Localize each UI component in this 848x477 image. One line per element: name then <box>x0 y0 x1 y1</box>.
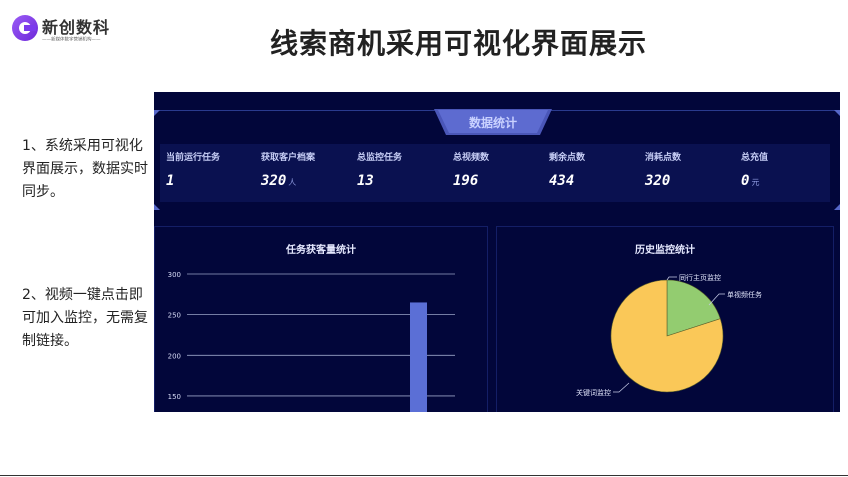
section-tab: 数据统计 <box>434 109 552 135</box>
stat-label: 总充值 <box>741 153 769 163</box>
y-tick-label: 250 <box>168 312 181 320</box>
stat-label: 当前运行任务 <box>166 153 221 163</box>
stat-value: 0元 <box>741 173 760 189</box>
y-tick-label: 150 <box>168 393 181 401</box>
bottom-divider <box>0 475 848 476</box>
bar <box>410 302 427 412</box>
pie-label: 单视频任务 <box>727 290 762 299</box>
dashboard-screenshot: 数据统计 当前运行任务 1 获取客户档案 320 人 总监控任务 13 总视频数 … <box>154 92 840 412</box>
pie-leader-line <box>613 382 630 393</box>
stats-row: 当前运行任务 1 获取客户档案 320 人 总监控任务 13 总视频数 196 剩… <box>160 144 830 202</box>
corner-decoration <box>834 204 840 210</box>
stat-value: 320 <box>645 173 671 189</box>
slide-title: 线索商机采用可视化界面展示 <box>270 27 648 60</box>
stat-value: 1 <box>166 173 175 189</box>
pie-label: 关键词监控 <box>576 388 611 397</box>
corner-decoration <box>154 110 160 116</box>
brand-tagline: ——新媒体数字营销机构—— <box>42 36 101 43</box>
pie-leader-line <box>666 276 677 281</box>
corner-decoration <box>834 110 840 116</box>
brand-name: 新创数科 <box>42 18 111 37</box>
logo-icon <box>12 15 38 41</box>
stat-value: 13 <box>357 173 374 189</box>
stat-label: 消耗点数 <box>645 153 682 163</box>
section-tab-label: 数据统计 <box>468 116 517 130</box>
pie-chart-panel: 历史监控统计 同行主页监控 单视频任务 关键词监控 <box>496 226 834 412</box>
stat-label: 总监控任务 <box>357 153 403 163</box>
brand-logo: 新创数科 ——新媒体数字营销机构—— <box>12 12 122 46</box>
stat-value: 434 <box>549 173 575 189</box>
bar-chart: 50100150200250300 <box>168 271 455 412</box>
stat-label: 获取客户档案 <box>261 153 316 163</box>
note-1: 1、系统采用可视化界面展示，数据实时同步。 <box>22 138 148 200</box>
y-tick-label: 300 <box>168 271 181 279</box>
pie-chart: 同行主页监控单视频任务关键词监控 <box>576 273 762 397</box>
bar-chart-panel: 任务获客量统计 50100150200250300 <box>154 226 488 412</box>
pie-label: 同行主页监控 <box>679 273 721 282</box>
stat-label: 剩余点数 <box>549 153 586 163</box>
y-tick-label: 200 <box>168 352 181 360</box>
note-2: 2、视频一键点击即可加入监控，无需复制链接。 <box>22 287 148 349</box>
corner-decoration <box>154 204 160 210</box>
stat-value: 320 人 <box>261 173 297 189</box>
stat-label: 总视频数 <box>453 153 490 163</box>
stat-value: 196 <box>453 173 479 189</box>
